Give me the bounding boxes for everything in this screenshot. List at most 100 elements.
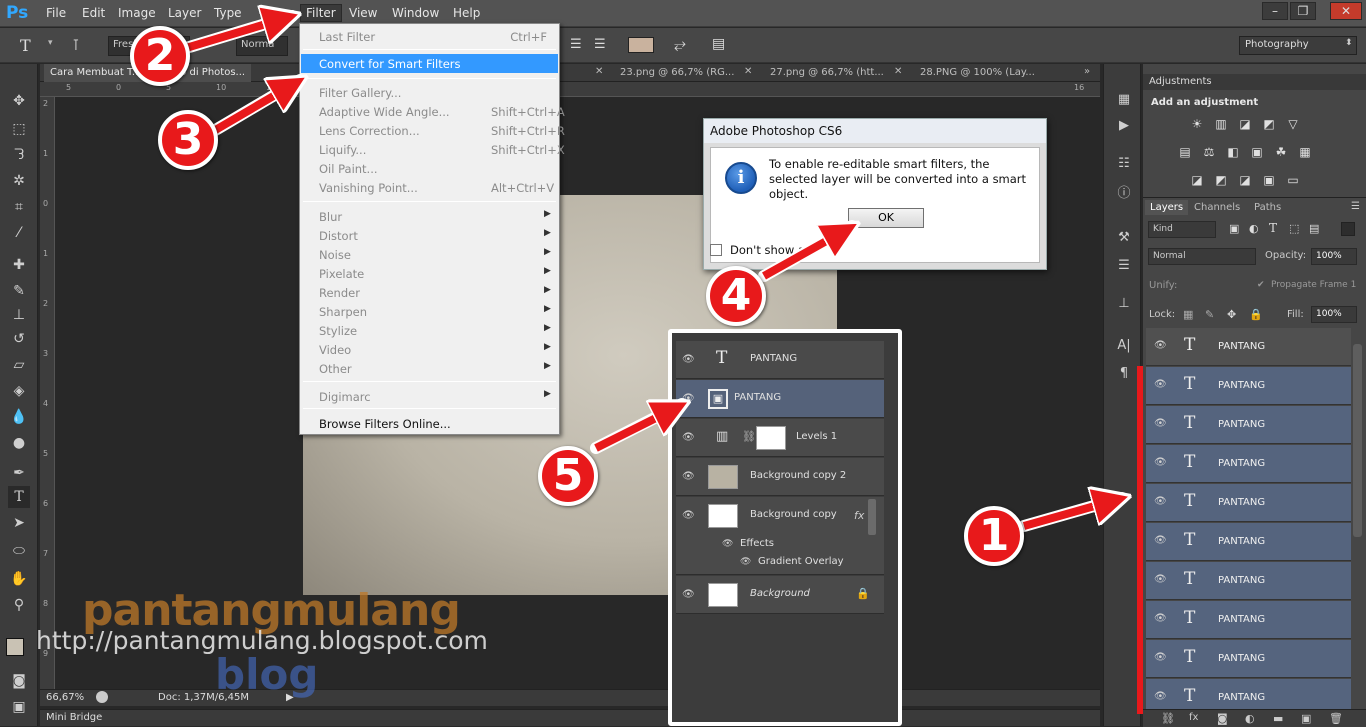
vibrance-icon[interactable]: ▽ — [1285, 116, 1301, 132]
menu-item-lens-correction[interactable]: Lens Correction... Shift+Ctrl+R — [301, 121, 565, 140]
gradient-map-icon[interactable]: ▭ — [1285, 172, 1301, 188]
eye-icon[interactable]: 👁 — [1154, 613, 1167, 624]
close-tab-icon[interactable]: ✕ — [744, 66, 752, 77]
mask-link-icon[interactable]: ⛓ — [742, 430, 756, 443]
clone-source-icon[interactable]: ⊥ — [1114, 294, 1134, 314]
eye-icon[interactable]: 👁 — [682, 432, 695, 443]
actions-panel-icon[interactable]: ▶ — [1114, 116, 1134, 136]
workspace-select[interactable]: Photography — [1239, 36, 1357, 55]
dont-show-checkbox[interactable] — [710, 244, 722, 256]
menu-edit[interactable]: Edit — [82, 6, 105, 20]
menu-item-last-filter[interactable]: Last Filter Ctrl+F — [301, 27, 558, 46]
filter-adjustment-icon[interactable]: ◐ — [1249, 222, 1259, 235]
menu-item-browse-filters-online[interactable]: Browse Filters Online... — [301, 414, 558, 433]
photo-filter-icon[interactable]: ▣ — [1249, 144, 1265, 160]
minimize-button[interactable]: – — [1262, 2, 1288, 20]
close-tab-icon[interactable]: ✕ — [595, 66, 603, 77]
eye-icon[interactable]: 👁 — [1154, 535, 1167, 546]
filter-shape-icon[interactable]: ⬚ — [1289, 222, 1299, 235]
channel-mixer-icon[interactable]: ☘ — [1273, 144, 1289, 160]
hue-saturation-icon[interactable]: ▤ — [1177, 144, 1193, 160]
path-selection-icon[interactable]: ➤ — [8, 512, 30, 534]
layer-row[interactable]: 👁 T PANTANG — [1146, 523, 1351, 561]
menu-item-oil-paint[interactable]: Oil Paint... — [301, 159, 558, 178]
layer-row[interactable]: 👁 T PANTANG — [1146, 328, 1351, 366]
orientation-toggle-icon[interactable]: ⊺ — [72, 36, 80, 54]
eye-icon[interactable]: 👁 — [682, 393, 695, 404]
menu-item-distort[interactable]: Distort ▶ — [301, 226, 558, 245]
threshold-icon[interactable]: ◪ — [1237, 172, 1253, 188]
menu-item-video[interactable]: Video ▶ — [301, 340, 558, 359]
menu-item-other[interactable]: Other ▶ — [301, 359, 558, 378]
healing-brush-icon[interactable]: ✚ — [8, 254, 30, 276]
invert-icon[interactable]: ◪ — [1189, 172, 1205, 188]
marquee-tool-icon[interactable]: ⬚ — [8, 118, 30, 140]
eyedropper-tool-icon[interactable]: ⁄ — [8, 222, 30, 244]
blur-tool-icon[interactable]: 💧 — [8, 406, 30, 428]
new-layer-icon[interactable]: ▣ — [1301, 712, 1311, 725]
paragraph-panel-icon[interactable]: ¶ — [1114, 364, 1134, 384]
type-tool-icon[interactable]: T — [20, 36, 31, 55]
document-profile-icon[interactable] — [96, 691, 108, 703]
add-mask-icon[interactable]: ◙ — [1217, 712, 1228, 725]
menu-image[interactable]: Image — [118, 6, 156, 20]
filter-toggle[interactable] — [1341, 222, 1355, 236]
magic-wand-icon[interactable]: ✲ — [8, 170, 30, 192]
filter-smart-icon[interactable]: ▤ — [1309, 222, 1319, 235]
layer-row[interactable]: 👁 T PANTANG — [1146, 367, 1351, 405]
menu-item-sharpen[interactable]: Sharpen ▶ — [301, 302, 558, 321]
shape-tool-icon[interactable]: ⬭ — [8, 540, 30, 562]
adjustments-title[interactable]: Adjustments — [1143, 74, 1366, 90]
fill-input[interactable]: 100% — [1311, 306, 1357, 323]
align-right-icon[interactable]: ☰ — [594, 37, 606, 52]
inset-scrollbar[interactable] — [868, 499, 876, 535]
tool-presets-icon[interactable]: ☷ — [1114, 154, 1134, 174]
lasso-tool-icon[interactable]: ᘊ — [8, 144, 30, 166]
layer-row[interactable]: 👁 T PANTANG — [1146, 601, 1351, 639]
link-layers-icon[interactable]: ⛓ — [1161, 712, 1175, 725]
brightness-icon[interactable]: ☀ — [1189, 116, 1205, 132]
layer-filter-kind[interactable]: Kind — [1148, 221, 1216, 238]
posterize-icon[interactable]: ◩ — [1213, 172, 1229, 188]
blend-mode-select[interactable]: Normal — [1148, 248, 1256, 265]
new-group-icon[interactable]: ▬ — [1273, 712, 1283, 725]
eye-icon[interactable]: 👁 — [682, 589, 695, 600]
type-tool-icon[interactable]: T — [8, 486, 30, 508]
quick-mask-icon[interactable]: ◙ — [8, 670, 30, 692]
menu-view[interactable]: View — [349, 6, 377, 20]
panel-menu-icon[interactable]: ☰ — [1351, 201, 1360, 212]
crop-tool-icon[interactable]: ⌗ — [8, 196, 30, 218]
brush-presets-icon[interactable]: ☰ — [1114, 256, 1134, 276]
screen-mode-icon[interactable]: ▣ — [8, 696, 30, 718]
menu-item-adaptive-wide-angle[interactable]: Adaptive Wide Angle... Shift+Ctrl+A — [301, 102, 565, 121]
character-panel-icon[interactable]: A| — [1114, 336, 1134, 356]
layer-row[interactable]: 👁 T PANTANG — [1146, 562, 1351, 600]
lock-transparent-icon[interactable]: ▦ — [1183, 308, 1193, 321]
eye-icon[interactable]: 👁 — [1154, 418, 1167, 429]
menu-item-vanishing-point[interactable]: Vanishing Point... Alt+Ctrl+V — [301, 178, 558, 197]
font-style-select[interactable]: Norma — [236, 36, 288, 56]
brush-panel-icon[interactable]: ⚒ — [1114, 228, 1134, 248]
inset-layer-row[interactable]: 👁 Background copy 2 — [676, 458, 884, 496]
lock-pixels-icon[interactable]: ✎ — [1205, 308, 1214, 321]
chevron-down-icon[interactable]: ▾ — [48, 38, 53, 48]
exposure-icon[interactable]: ◩ — [1261, 116, 1277, 132]
layers-scrollbar[interactable] — [1353, 344, 1362, 537]
levels-icon[interactable]: ▥ — [1213, 116, 1229, 132]
tab-27-png[interactable]: 27.png @ 66,7% (htt... — [764, 64, 890, 82]
tab-28-png[interactable]: 28.PNG @ 100% (Lay... — [914, 64, 1041, 82]
eye-icon[interactable]: 👁 — [1154, 457, 1167, 468]
menu-item-noise[interactable]: Noise ▶ — [301, 245, 558, 264]
color-balance-icon[interactable]: ⚖ — [1201, 144, 1217, 160]
lock-position-icon[interactable]: ✥ — [1227, 308, 1236, 321]
menu-item-stylize[interactable]: Stylize ▶ — [301, 321, 558, 340]
zoom-level[interactable]: 66,67% — [46, 692, 84, 703]
inset-layer-row[interactable]: 👁 Background copy fx 👁 Effects 👁 Gradien… — [676, 497, 884, 575]
menu-filter[interactable]: Filter — [300, 4, 342, 22]
tab-layers[interactable]: Layers — [1145, 200, 1189, 215]
eye-icon[interactable]: 👁 — [1154, 379, 1167, 390]
menu-window[interactable]: Window — [392, 6, 439, 20]
menu-file[interactable]: File — [46, 6, 66, 20]
black-white-icon[interactable]: ◧ — [1225, 144, 1241, 160]
opacity-input[interactable]: 100% — [1311, 248, 1357, 265]
